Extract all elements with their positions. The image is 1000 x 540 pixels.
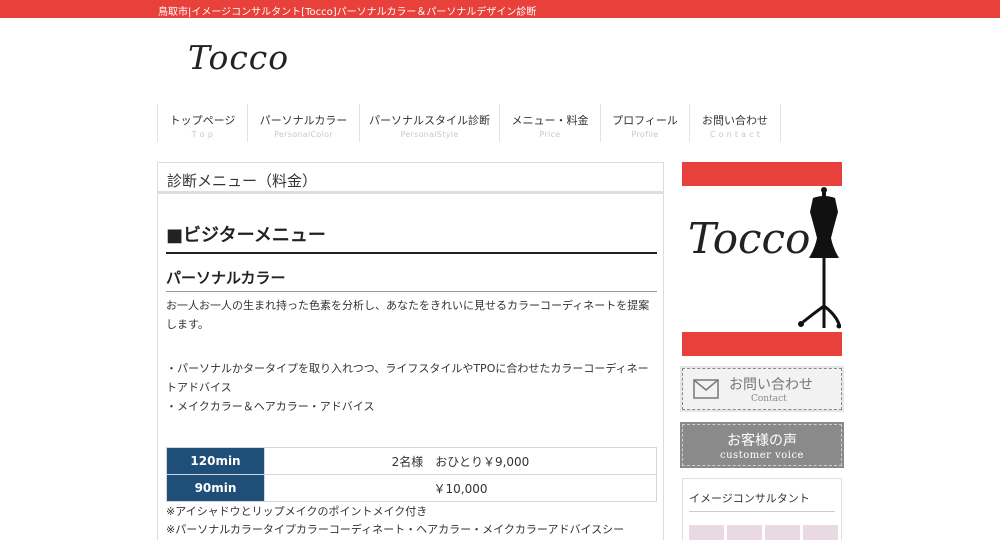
nav-sublabel: PersonalStyle	[400, 130, 459, 139]
duration-cell: 120min	[166, 447, 265, 475]
global-nav: トップページ T o p パーソナルカラー PersonalColor パーソナ…	[157, 104, 781, 142]
voice-sublabel: customer voice	[720, 450, 804, 461]
contact-label: お問い合わせ	[729, 377, 813, 393]
notes: ※アイシャドウとリップメイクのポイントメイク付き ※パーソナルカラータイプカラー…	[166, 503, 657, 539]
top-bar: 鳥取市|イメージコンサルタント[Tocco]パーソナルカラー＆パーソナルデザイン…	[0, 0, 1000, 18]
nav-label: お問い合わせ	[702, 114, 768, 127]
sidebar-banner[interactable]: Tocco	[682, 162, 842, 356]
banner-red-stripe	[682, 332, 842, 356]
nav-item-profile[interactable]: プロフィール Profile	[601, 104, 690, 142]
consultant-widget: イメージコンサルタント	[682, 478, 842, 540]
site-logo[interactable]: Tocco	[188, 38, 289, 77]
dress-form-icon	[798, 187, 841, 329]
nav-label: トップページ	[169, 114, 236, 127]
banner-red-stripe	[682, 162, 842, 186]
contact-button[interactable]: お問い合わせ Contact	[680, 366, 844, 412]
banner-logo: Tocco	[688, 214, 811, 263]
nav-item-top[interactable]: トップページ T o p	[158, 104, 248, 142]
thumbnail-image[interactable]	[803, 525, 838, 540]
nav-label: プロフィール	[612, 114, 678, 127]
nav-sublabel: T o p	[191, 130, 214, 139]
nav-item-price[interactable]: メニュー・料金 Price	[500, 104, 601, 142]
nav-item-personal-color[interactable]: パーソナルカラー PersonalColor	[248, 104, 360, 142]
price-table: 120min 2名様 おひとり￥9,000 90min ￥10,000	[166, 447, 657, 502]
subsection-title: パーソナルカラー	[166, 267, 657, 292]
bullet-item: ・パーソナルかタータイプを取り入れつつ、ライフスタイルやTPOに合わせたカラーコ…	[166, 362, 649, 394]
nav-sublabel: Profile	[631, 130, 659, 139]
table-row: 90min ￥10,000	[166, 474, 657, 502]
site-tagline: 鳥取市|イメージコンサルタント[Tocco]パーソナルカラー＆パーソナルデザイン…	[158, 7, 537, 18]
mail-icon	[693, 379, 719, 399]
main-content: 診断メニュー（料金） ■ビジターメニュー パーソナルカラー お一人お一人の生まれ…	[157, 162, 664, 540]
duration-cell: 90min	[166, 474, 265, 502]
note-item: ※アイシャドウとリップメイクのポイントメイク付き	[166, 505, 428, 518]
thumbnail-row	[689, 525, 838, 540]
price-cell: ￥10,000	[264, 474, 657, 502]
nav-label: パーソナルスタイル診断	[369, 114, 490, 127]
note-item: ※パーソナルカラータイプカラーコーディネート・ヘアカラー・メイクカラーアドバイス…	[166, 523, 625, 536]
nav-item-personal-style[interactable]: パーソナルスタイル診断 PersonalStyle	[360, 104, 500, 142]
nav-label: メニュー・料金	[511, 114, 589, 127]
thumbnail-image[interactable]	[765, 525, 800, 540]
customer-voice-button[interactable]: お客様の声 customer voice	[680, 422, 844, 468]
thumbnail-image[interactable]	[689, 525, 724, 540]
section-title: ■ビジターメニュー	[166, 221, 657, 254]
contact-sublabel: Contact	[751, 394, 787, 404]
thumbnail-image[interactable]	[727, 525, 762, 540]
nav-sublabel: PersonalColor	[274, 130, 333, 139]
intro-text: お一人お一人の生まれ持った色素を分析し、あなたをきれいに見せるカラーコーディネー…	[166, 299, 650, 331]
price-cell: 2名様 おひとり￥9,000	[264, 447, 657, 475]
bullet-item: ・メイクカラー＆ヘアカラー・アドバイス	[166, 400, 375, 413]
nav-sublabel: C o n t a c t	[709, 130, 761, 139]
page-title: 診断メニュー（料金）	[158, 163, 663, 194]
bullet-list: ・パーソナルかタータイプを取り入れつつ、ライフスタイルやTPOに合わせたカラーコ…	[166, 359, 657, 416]
nav-label: パーソナルカラー	[259, 114, 348, 127]
nav-sublabel: Price	[539, 130, 561, 139]
widget-title: イメージコンサルタント	[689, 490, 835, 512]
nav-item-contact[interactable]: お問い合わせ C o n t a c t	[690, 104, 781, 142]
table-row: 120min 2名様 おひとり￥9,000	[166, 447, 657, 475]
voice-label: お客様の声	[727, 433, 797, 449]
